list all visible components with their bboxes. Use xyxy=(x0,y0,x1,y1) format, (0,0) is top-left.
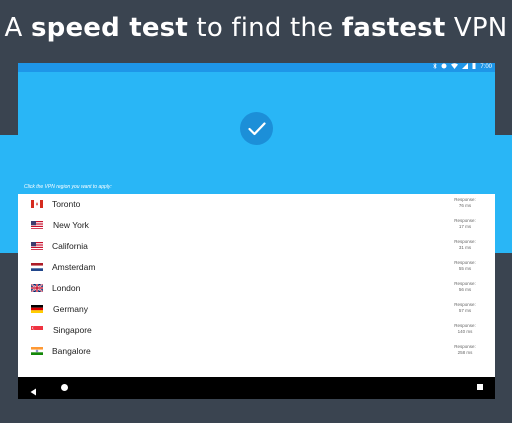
region-hint-text: Click the VPN region you want to apply: xyxy=(24,184,112,190)
response-value: 55 ms xyxy=(458,266,472,271)
response-time: Response: 55 ms xyxy=(447,260,483,272)
region-row-germany[interactable]: Germany Response: 57 ms xyxy=(18,299,495,320)
usa-flag-icon xyxy=(31,221,43,229)
region-row-new-york[interactable]: New York Response: 17 ms xyxy=(18,215,495,236)
region-name: Amsterdam xyxy=(52,262,96,272)
singapore-flag-icon xyxy=(31,326,43,334)
region-list: Toronto Response: 76 ms New York Respons… xyxy=(18,194,495,377)
hero-panel: Click the VPN region you want to apply: xyxy=(18,72,495,194)
region-name: New York xyxy=(53,220,89,230)
response-time: Response: 258 ms xyxy=(447,344,483,356)
region-row-bangalore[interactable]: Bangalore Response: 258 ms xyxy=(18,341,495,362)
region-name: Germany xyxy=(53,304,88,314)
response-value: 31 ms xyxy=(458,245,472,250)
region-row-toronto[interactable]: Toronto Response: 76 ms xyxy=(18,194,495,215)
headline-text: VPN xyxy=(445,13,508,43)
region-row-singapore[interactable]: Singapore Response: 140 ms xyxy=(18,320,495,341)
recent-apps-icon[interactable] xyxy=(477,384,483,390)
response-time: Response: 140 ms xyxy=(447,323,483,335)
netherlands-flag-icon xyxy=(31,263,43,271)
connect-check-button[interactable] xyxy=(240,112,273,145)
checkmark-icon xyxy=(247,121,266,135)
headline-emphasis-fastest: fastest xyxy=(341,13,446,43)
status-bar: 7:00 xyxy=(18,63,495,72)
promo-headline: A speed test to find the fastest VPN xyxy=(0,8,512,48)
region-name: Singapore xyxy=(53,325,92,335)
response-time: Response: 17 ms xyxy=(447,218,483,230)
response-value: 76 ms xyxy=(458,203,472,208)
response-value: 17 ms xyxy=(458,224,472,229)
response-value: 57 ms xyxy=(458,308,472,313)
back-icon[interactable] xyxy=(30,383,37,399)
response-time: Response: 76 ms xyxy=(447,197,483,209)
response-time: Response: 56 ms xyxy=(447,281,483,293)
headline-text: to find the xyxy=(187,13,342,43)
uk-flag-icon xyxy=(31,284,43,292)
region-name: Toronto xyxy=(52,199,81,209)
region-row-california[interactable]: California Response: 31 ms xyxy=(18,236,495,257)
response-value: 140 ms xyxy=(457,329,473,334)
headline-emphasis-speed-test: speed test xyxy=(30,13,188,43)
india-flag-icon xyxy=(31,347,43,355)
response-value: 258 ms xyxy=(457,350,473,355)
region-name: California xyxy=(52,241,88,251)
region-row-amsterdam[interactable]: Amsterdam Response: 55 ms xyxy=(18,257,495,278)
response-time: Response: 31 ms xyxy=(447,239,483,251)
germany-flag-icon xyxy=(31,305,43,313)
region-name: London xyxy=(52,283,81,293)
usa-flag-icon xyxy=(31,242,43,250)
device-screen: 7:00 Click the VPN region you want to ap… xyxy=(18,63,495,399)
response-value: 56 ms xyxy=(458,287,472,292)
headline-text: A xyxy=(4,13,31,43)
navigation-bar xyxy=(18,377,495,399)
status-time: 7:00 xyxy=(480,64,492,70)
response-time: Response: 57 ms xyxy=(447,302,483,314)
canada-flag-icon xyxy=(31,200,43,208)
region-name: Bangalore xyxy=(52,346,91,356)
region-row-london[interactable]: London Response: 56 ms xyxy=(18,278,495,299)
home-icon[interactable] xyxy=(61,384,68,391)
